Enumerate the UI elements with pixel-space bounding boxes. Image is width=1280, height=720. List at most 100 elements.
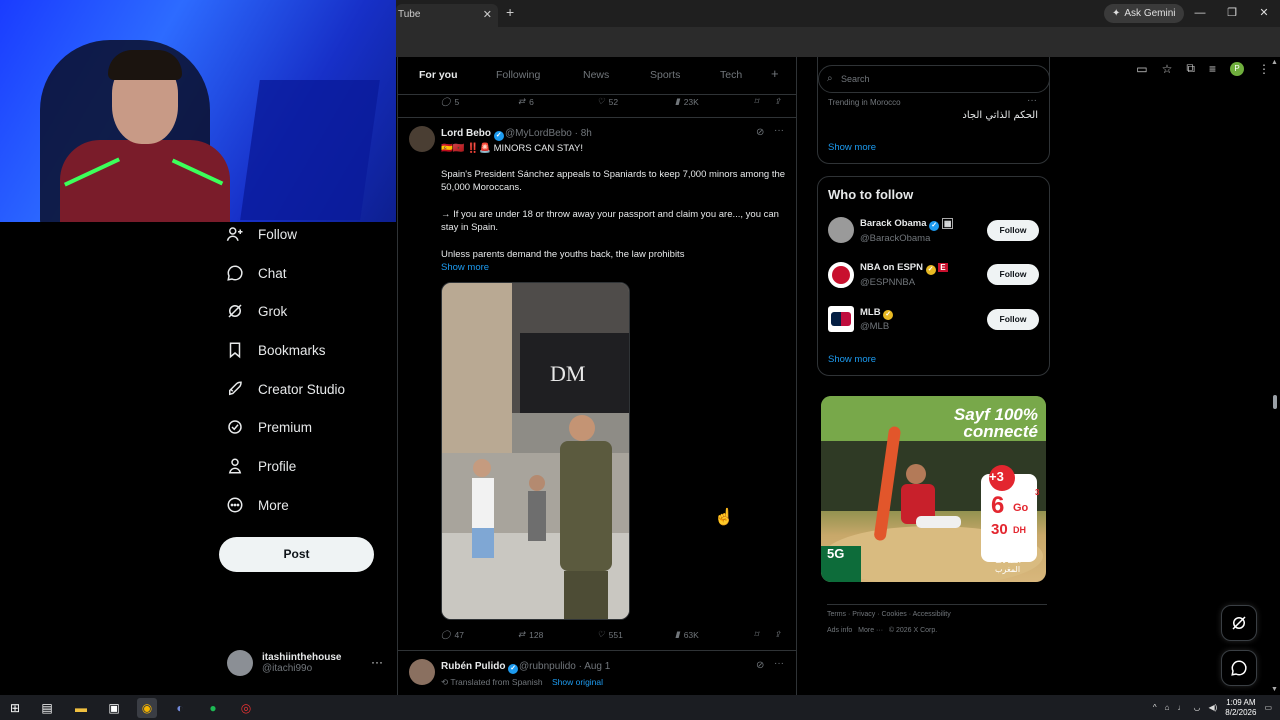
nav-profile[interactable]: Profile	[226, 457, 296, 475]
nav-more[interactable]: More	[226, 496, 289, 514]
trend-more-icon[interactable]: ···	[1027, 95, 1037, 106]
show-original-link[interactable]: Show original	[552, 677, 603, 687]
ask-gemini-button[interactable]: ✦ Ask Gemini	[1104, 4, 1184, 23]
avatar[interactable]	[828, 306, 854, 332]
suggestion-name[interactable]: NBA on ESPN ✓ E	[860, 262, 948, 275]
nav-chat[interactable]: Chat	[226, 264, 287, 282]
avatar[interactable]	[828, 262, 854, 288]
profile-avatar[interactable]: P	[1230, 61, 1244, 76]
follow-button[interactable]: Follow	[987, 309, 1039, 330]
avatar[interactable]	[409, 659, 435, 685]
notifications-icon[interactable]: ▭	[1264, 703, 1272, 712]
like-button[interactable]: ♡ 52	[597, 96, 618, 107]
sponsored-ad-image[interactable]: Sayf 100% connecté +3 3 6 Go 30 DH اتصالا…	[821, 396, 1046, 582]
like-button[interactable]: ♡ 551	[597, 629, 623, 640]
grok-float-button[interactable]	[1221, 605, 1257, 641]
nav-creator-studio[interactable]: Creator Studio	[226, 380, 345, 398]
trend-title[interactable]: الحكم الذاتي الجاد	[962, 110, 1038, 121]
avatar[interactable]	[828, 217, 854, 243]
share-button[interactable]: ⇪	[774, 96, 781, 107]
close-window-icon[interactable]: ✕	[1248, 0, 1280, 27]
microphone-icon[interactable]: ♩	[1177, 703, 1185, 712]
wifi-icon[interactable]: ◡	[1193, 703, 1200, 712]
restore-icon[interactable]: ❐	[1216, 0, 1248, 27]
affiliation-badge-icon: ▦	[941, 218, 954, 229]
reply-button[interactable]: ◯ 47	[441, 629, 464, 640]
cast-icon[interactable]: ▭	[1136, 62, 1147, 76]
add-tab-button[interactable]: +	[771, 66, 779, 81]
bookmark-star-icon[interactable]: ☆	[1162, 62, 1173, 76]
grok-icon[interactable]: ⊘	[756, 127, 764, 138]
scrollbar-thumb[interactable]	[1273, 395, 1277, 409]
post-handle[interactable]: @rubnpulido · Aug 1	[519, 661, 610, 672]
store-icon[interactable]: ▣	[104, 698, 124, 718]
browser-menu-icon[interactable]: ⋮	[1258, 62, 1270, 76]
tab-sports[interactable]: Sports	[650, 69, 680, 81]
file-explorer-icon[interactable]: ▬	[71, 698, 91, 718]
post-button[interactable]: Post	[219, 537, 374, 572]
minimize-icon[interactable]: —	[1184, 0, 1216, 27]
show-more-link[interactable]: Show more	[441, 262, 489, 273]
views-button[interactable]: ▮ 23K	[675, 96, 699, 107]
footer-terms[interactable]: Terms	[827, 611, 846, 618]
nav-follow[interactable]: Follow	[226, 225, 297, 243]
nav-grok[interactable]: Grok	[226, 302, 287, 320]
volume-icon[interactable]: ◀)	[1208, 703, 1217, 712]
post-author[interactable]: Lord Bebo ✓	[441, 128, 504, 141]
discord-icon[interactable]: ◐	[170, 698, 190, 718]
chrome-icon[interactable]: ◉	[137, 698, 157, 718]
spotify-icon[interactable]: ●	[203, 698, 223, 718]
network-icon[interactable]: ⌂	[1165, 703, 1170, 712]
share-button[interactable]: ⇪	[774, 629, 781, 640]
grok-icon[interactable]: ⊘	[756, 660, 764, 671]
tab-tech[interactable]: Tech	[720, 69, 742, 81]
post-more-icon[interactable]: ···	[774, 125, 784, 136]
obs-icon[interactable]: ◎	[236, 698, 256, 718]
reading-list-icon[interactable]: ≡	[1209, 62, 1216, 76]
browser-tab[interactable]: Tube ✕	[396, 4, 498, 27]
tab-news[interactable]: News	[583, 69, 609, 81]
footer-accessibility[interactable]: Accessibility	[913, 611, 951, 618]
footer-ads-info[interactable]: Ads info	[827, 627, 852, 634]
nav-bookmarks[interactable]: Bookmarks	[226, 341, 326, 359]
follow-button[interactable]: Follow	[987, 264, 1039, 285]
views-button[interactable]: ▮ 63K	[675, 629, 699, 640]
nav-premium[interactable]: Premium	[226, 418, 312, 436]
bookmark-icon	[229, 342, 241, 359]
system-clock[interactable]: 1:09 AM 8/2/2026	[1225, 698, 1256, 718]
suggestion-name[interactable]: MLB ✓	[860, 307, 894, 320]
post-more-icon[interactable]: ···	[774, 658, 784, 669]
like-count: 52	[608, 96, 619, 107]
suggestion-name[interactable]: Barack Obama ✓ ▦	[860, 218, 954, 231]
windows-start-icon[interactable]: ⊞	[5, 698, 25, 718]
post-author[interactable]: Rubén Pulido ✓	[441, 661, 519, 674]
account-more-icon[interactable]: ···	[371, 655, 383, 669]
new-tab-button[interactable]: +	[506, 4, 514, 20]
page-scrollbar[interactable]: ▲ ▼	[1270, 57, 1280, 695]
show-more-link[interactable]: Show more	[828, 142, 876, 153]
avatar[interactable]	[409, 126, 435, 152]
show-more-link[interactable]: Show more	[828, 354, 876, 365]
repost-button[interactable]: ⇄ 6	[518, 96, 534, 107]
tab-close-icon[interactable]: ✕	[483, 8, 492, 21]
task-view-icon[interactable]: ▤	[37, 698, 57, 718]
account-switcher[interactable]: itashiinthehouse @itachi99o	[227, 650, 341, 676]
reply-button[interactable]: ◯ 5	[441, 96, 459, 107]
tray-chevron-icon[interactable]: ^	[1153, 703, 1157, 712]
extensions-icon[interactable]: ⧉	[1186, 61, 1195, 76]
repost-button[interactable]: ⇄ 128	[518, 629, 543, 640]
footer-more[interactable]: More ···	[858, 627, 883, 634]
post-handle[interactable]: @MyLordBebo · 8h	[505, 128, 592, 139]
messages-float-button[interactable]	[1221, 650, 1257, 686]
footer-privacy[interactable]: Privacy	[852, 611, 875, 618]
bookmark-button[interactable]: ⌑	[754, 96, 758, 107]
tab-for-you[interactable]: For you	[419, 69, 458, 81]
follow-button[interactable]: Follow	[987, 220, 1039, 241]
scroll-down-icon[interactable]: ▼	[1271, 686, 1278, 693]
bookmark-button[interactable]: ⌑	[754, 629, 758, 640]
post-video[interactable]: DM	[441, 282, 630, 620]
search-input[interactable]: ⌕ Search	[818, 65, 1050, 93]
scroll-up-icon[interactable]: ▲	[1271, 59, 1278, 66]
footer-cookies[interactable]: Cookies	[881, 611, 906, 618]
tab-following[interactable]: Following	[496, 69, 540, 81]
